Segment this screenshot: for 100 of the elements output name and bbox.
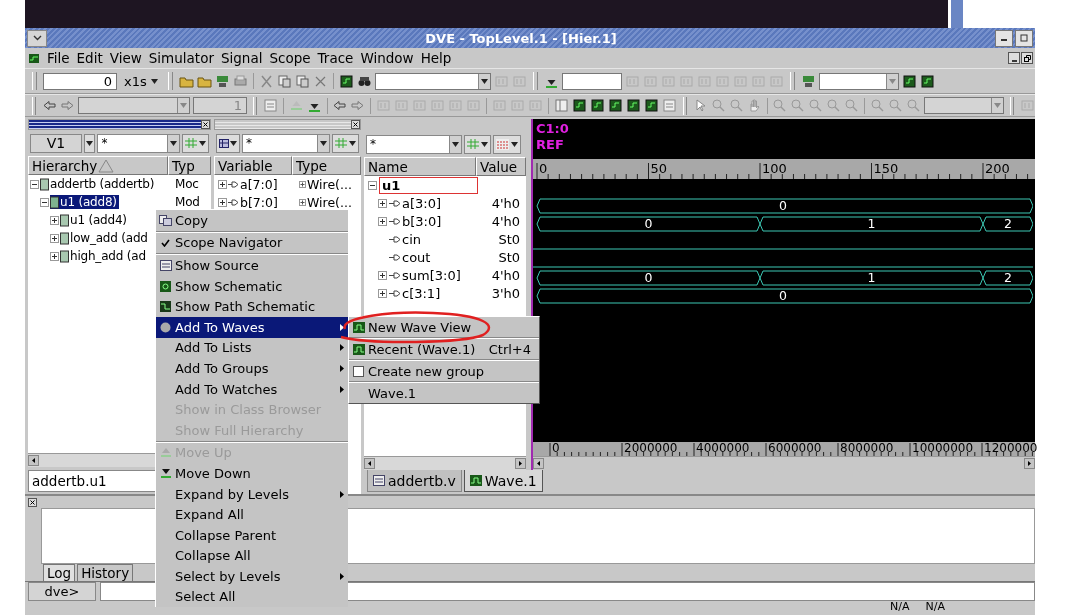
menu-item[interactable]: Scope Navigator [156, 232, 348, 254]
menu-item[interactable]: Select by Levels [156, 566, 348, 587]
menu-item[interactable]: Simulator [145, 50, 217, 66]
column-header[interactable]: Variable [214, 156, 292, 175]
close-icon[interactable] [351, 120, 360, 129]
filter-button[interactable] [182, 133, 209, 153]
document-tab[interactable]: Wave.1 [463, 470, 543, 492]
expand-icon[interactable] [299, 180, 306, 188]
menu-item[interactable]: Edit [73, 50, 106, 66]
group-name[interactable]: u1 [379, 176, 478, 194]
expand-icon[interactable] [50, 215, 59, 225]
minimize-button[interactable] [995, 29, 1013, 47]
column-header[interactable]: Value [476, 157, 526, 176]
menu-item[interactable]: Trace [314, 50, 357, 66]
filter-button[interactable] [332, 133, 359, 153]
collapse-icon[interactable] [40, 197, 49, 207]
menu-item[interactable]: Signal [217, 50, 266, 66]
expand-icon[interactable] [218, 197, 227, 207]
scroll-left-icon[interactable] [533, 458, 544, 469]
console-tab[interactable]: Log [43, 564, 76, 581]
menu-item[interactable]: Show Schematic [156, 275, 348, 297]
column-header[interactable]: Typ [168, 156, 211, 175]
collapse-icon[interactable] [368, 180, 377, 190]
pages-icon[interactable] [276, 73, 292, 89]
left-arrow-icon[interactable] [332, 98, 348, 113]
printer-icon[interactable] [232, 73, 248, 89]
time-field[interactable]: 0 [43, 72, 117, 90]
chip-icon[interactable] [919, 73, 935, 89]
document-tab[interactable]: addertb.v [367, 470, 462, 492]
tree-item[interactable]: high_add (ad [60, 249, 148, 263]
minimize-button[interactable] [1008, 52, 1020, 64]
tree-item[interactable]: u1 (add8) [50, 195, 119, 209]
right-arrow-icon[interactable] [60, 98, 76, 113]
filter-combo[interactable]: * [242, 133, 330, 153]
tree-item[interactable]: addertb (addertb) [40, 177, 157, 191]
column-header[interactable]: Type [292, 156, 361, 175]
menu-item[interactable]: Add To Lists [156, 337, 348, 359]
menu-item[interactable]: Select All [156, 586, 348, 608]
column-header[interactable]: Hierarchy [28, 156, 168, 175]
scope-combo[interactable] [818, 72, 899, 90]
close-icon[interactable] [201, 120, 210, 129]
chip-icon[interactable] [571, 98, 587, 113]
panel-title-bar[interactable] [214, 119, 361, 130]
close-icon[interactable] [28, 498, 37, 507]
tree-item[interactable]: u1 (add4) [60, 213, 129, 227]
menu-item[interactable]: New Wave View [349, 317, 539, 337]
panel-title-bar[interactable] [28, 119, 211, 130]
tree-item[interactable]: low_add (add [60, 231, 150, 245]
menu-item[interactable]: Scope [266, 50, 314, 66]
column-header[interactable]: Name [364, 157, 476, 176]
display-button[interactable] [493, 134, 521, 154]
filter-combo[interactable]: * [366, 134, 462, 154]
menu-item[interactable]: Create new group [349, 361, 539, 381]
expand-icon[interactable] [50, 233, 59, 243]
expand-icon[interactable] [218, 179, 227, 189]
search-combo[interactable] [374, 72, 491, 90]
chip-icon[interactable] [643, 98, 659, 113]
network-icon[interactable] [214, 73, 230, 89]
menu-item[interactable]: Collapse All [156, 545, 348, 567]
left-arrow-icon[interactable] [42, 98, 58, 113]
menu-item[interactable]: Help [417, 50, 455, 66]
expand-icon[interactable] [378, 216, 387, 226]
console-tab[interactable]: History [77, 564, 134, 581]
zoom-combo[interactable] [923, 97, 1004, 114]
scissors-icon[interactable] [258, 73, 274, 89]
expand-icon[interactable] [378, 288, 387, 298]
menu-item[interactable]: Copy [156, 210, 348, 231]
pages-icon[interactable] [294, 73, 310, 89]
collapse-icon[interactable] [30, 179, 39, 189]
menu-item[interactable]: Add To Waves [156, 316, 348, 338]
menu-item[interactable]: Show Source [156, 255, 348, 276]
scroll-left-icon[interactable] [28, 455, 39, 466]
chip-icon[interactable] [901, 73, 917, 89]
columns-button[interactable] [216, 133, 240, 153]
scroll-right-icon[interactable] [1024, 458, 1035, 469]
expand-icon[interactable] [299, 198, 306, 206]
chip-icon[interactable] [589, 98, 605, 113]
step-field[interactable] [561, 72, 622, 90]
restore-button[interactable] [1021, 52, 1033, 64]
dropdown-button[interactable] [83, 133, 96, 153]
menu-item[interactable]: View [106, 50, 145, 66]
menu-item[interactable]: Show Path Schematic [156, 296, 348, 317]
navigation-combo[interactable] [78, 97, 191, 114]
filter-combo[interactable]: * [97, 133, 180, 153]
chip-icon[interactable] [338, 73, 354, 89]
menu-item[interactable]: Expand All [156, 504, 348, 525]
menu-item[interactable]: File [44, 50, 73, 66]
menu-item[interactable]: Collapse Parent [156, 524, 348, 546]
menu-item[interactable]: Add To Watches [156, 378, 348, 400]
menu-item[interactable]: Wave.1 [349, 383, 539, 403]
menu-item[interactable]: Recent (Wave.1) Ctrl+4 [349, 339, 539, 359]
menu-item[interactable]: Window [357, 50, 417, 66]
checkbox[interactable] [353, 365, 364, 377]
view-button[interactable]: V1 [30, 133, 82, 153]
page-icon[interactable] [263, 98, 279, 113]
maximize-button[interactable] [1015, 29, 1033, 47]
filter-button[interactable] [464, 134, 491, 154]
window-menu-button[interactable] [27, 29, 47, 47]
network-icon[interactable] [800, 73, 816, 89]
expand-icon[interactable] [378, 270, 387, 280]
